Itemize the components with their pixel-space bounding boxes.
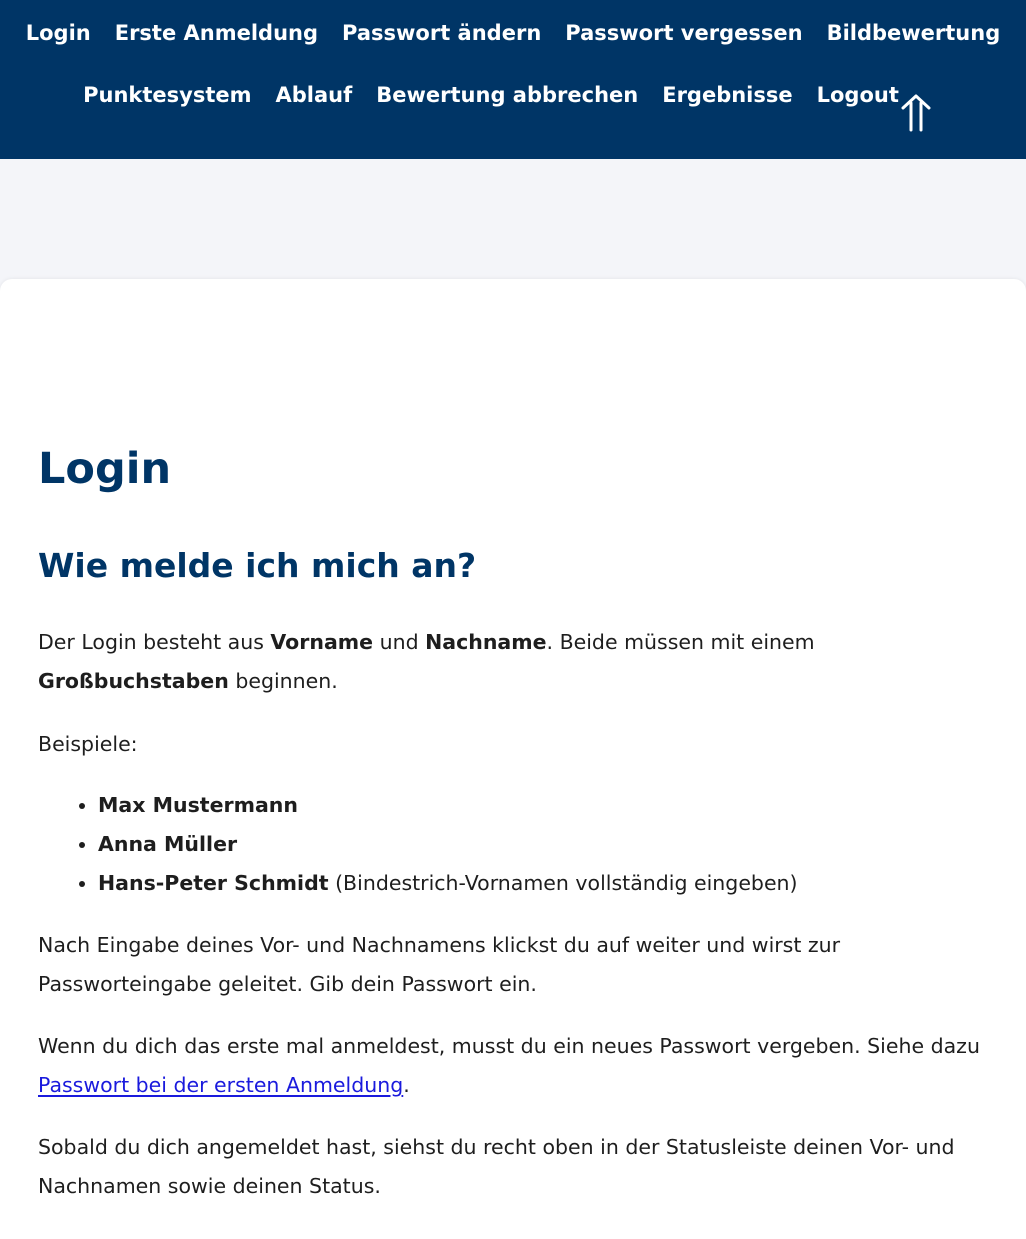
text: . Beide müssen mit einem xyxy=(546,630,815,654)
nav-link-erste-anmeldung[interactable]: Erste Anmeldung xyxy=(115,18,318,48)
bold-term: Großbuchstaben xyxy=(38,669,229,693)
section-title: Wie melde ich mich an? xyxy=(38,546,477,585)
nav-row-1: Login Erste Anmeldung Passwort ändern Pa… xyxy=(0,18,1026,48)
nav-link-punktesystem[interactable]: Punktesystem xyxy=(83,80,251,110)
page-title: Login xyxy=(38,444,172,494)
example-name: Max Mustermann xyxy=(98,793,298,817)
first-login-link[interactable]: Passwort bei der ersten Anmeldung xyxy=(38,1073,403,1097)
nav-link-passwort-vergessen[interactable]: Passwort vergessen xyxy=(565,18,802,48)
text: Der Login besteht aus xyxy=(38,630,271,654)
nav-link-passwort-aendern[interactable]: Passwort ändern xyxy=(342,18,541,48)
example-name: Hans-Peter Schmidt xyxy=(98,871,329,895)
double-up-arrow-icon[interactable] xyxy=(899,92,933,136)
content-card: Login Wie melde ich mich an? Der Login b… xyxy=(0,279,1026,1239)
examples-label: Beispiele: xyxy=(38,732,138,756)
list-item: Anna Müller xyxy=(98,825,798,864)
bold-term: Vorname xyxy=(270,630,374,654)
example-name: Anna Müller xyxy=(98,832,238,856)
password-paragraph: Nach Eingabe deines Vor- und Nachnamens … xyxy=(38,933,841,996)
top-navigation: Login Erste Anmeldung Passwort ändern Pa… xyxy=(0,0,1026,159)
examples-list: Max Mustermann Anna Müller Hans-Peter Sc… xyxy=(38,786,798,903)
nav-link-ablauf[interactable]: Ablauf xyxy=(276,80,353,110)
nav-link-ergebnisse[interactable]: Ergebnisse xyxy=(662,80,792,110)
text: Wenn du dich das erste mal anmeldest, mu… xyxy=(38,1034,980,1058)
bold-term: Nachname xyxy=(425,630,547,654)
text: und xyxy=(373,630,426,654)
status-paragraph: Sobald du dich angemeldet hast, siehst d… xyxy=(38,1135,955,1198)
nav-row-2: Punktesystem Ablauf Bewertung abbrechen … xyxy=(0,80,1004,110)
nav-link-login[interactable]: Login xyxy=(26,18,91,48)
nav-link-bewertung-abbrechen[interactable]: Bewertung abbrechen xyxy=(376,80,638,110)
text: beginnen. xyxy=(228,669,338,693)
example-note: (Bindestrich-Vornamen vollständig eingeb… xyxy=(328,871,798,895)
list-item: Hans-Peter Schmidt (Bindestrich-Vornamen… xyxy=(98,864,798,903)
nav-link-logout[interactable]: Logout xyxy=(817,80,899,110)
list-item: Max Mustermann xyxy=(98,786,798,825)
text: . xyxy=(403,1073,410,1097)
intro-paragraph: Der Login besteht aus Vorname und Nachna… xyxy=(38,623,998,701)
first-login-paragraph: Wenn du dich das erste mal anmeldest, mu… xyxy=(38,1027,998,1105)
nav-link-bildbewertung[interactable]: Bildbewertung xyxy=(827,18,1001,48)
